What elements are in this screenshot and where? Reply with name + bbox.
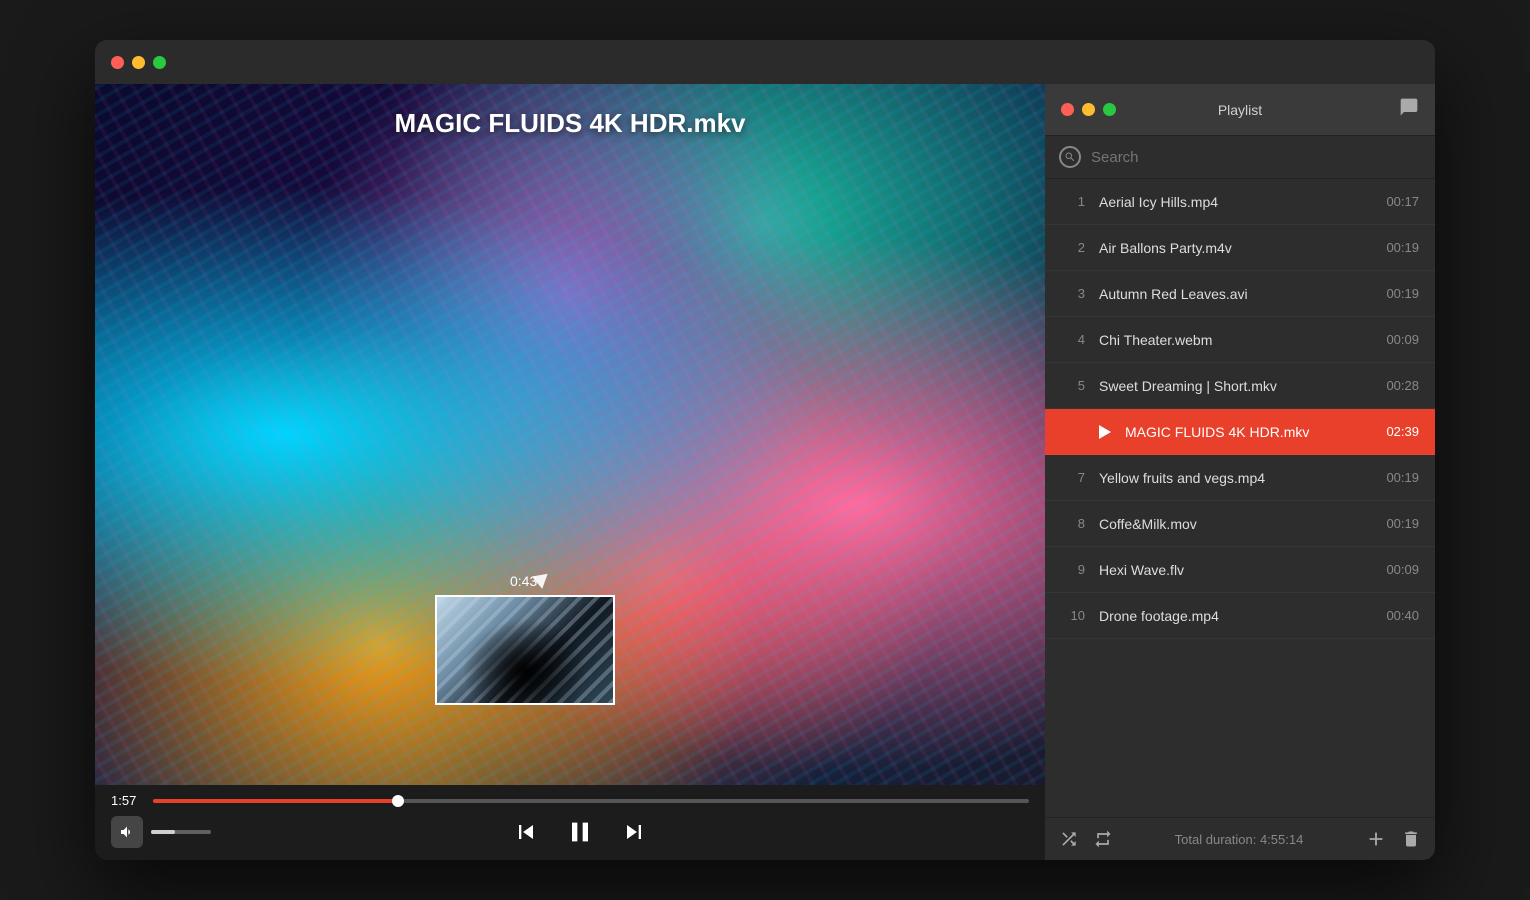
title-bar [95, 40, 1435, 84]
chat-bubble-icon [1399, 97, 1419, 117]
playlist-maximize-button[interactable] [1103, 103, 1116, 116]
item-duration: 00:19 [1386, 516, 1419, 531]
item-name: MAGIC FLUIDS 4K HDR.mkv [1125, 424, 1378, 440]
item-duration: 00:28 [1386, 378, 1419, 393]
minimize-button[interactable] [132, 56, 145, 69]
search-input[interactable] [1091, 149, 1421, 166]
item-name: Air Ballons Party.m4v [1099, 240, 1378, 256]
playlist-item-5[interactable]: 5 Sweet Dreaming | Short.mkv 00:28 [1045, 363, 1435, 409]
playlist-item-2[interactable]: 2 Air Ballons Party.m4v 00:19 [1045, 225, 1435, 271]
video-title: MAGIC FLUIDS 4K HDR.mkv [95, 108, 1045, 139]
shuffle-icon [1059, 829, 1079, 849]
item-name: Yellow fruits and vegs.mp4 [1099, 470, 1378, 486]
repeat-button[interactable] [1093, 829, 1113, 849]
item-duration: 00:19 [1386, 286, 1419, 301]
progress-row: 1:57 [111, 793, 1029, 808]
volume-slider[interactable] [151, 830, 211, 834]
total-duration: Total duration: 4:55:14 [1127, 832, 1351, 847]
repeat-icon [1093, 829, 1113, 849]
item-duration: 00:09 [1386, 562, 1419, 577]
item-duration: 00:09 [1386, 332, 1419, 347]
magnifier-icon [1064, 151, 1076, 163]
playlist-item-10[interactable]: 10 Drone footage.mp4 00:40 [1045, 593, 1435, 639]
item-name: Coffe&Milk.mov [1099, 516, 1378, 532]
thumbnail-preview [435, 595, 615, 705]
app-window: MAGIC FLUIDS 4K HDR.mkv 0:43 1:57 [95, 40, 1435, 860]
previous-button[interactable] [512, 818, 540, 846]
item-name: Chi Theater.webm [1099, 332, 1378, 348]
controls-bottom [111, 816, 1029, 848]
item-number: 2 [1061, 240, 1085, 255]
trash-icon [1401, 829, 1421, 849]
previous-icon [512, 818, 540, 846]
item-number: 7 [1061, 470, 1085, 485]
pause-icon [564, 816, 596, 848]
playlist-item-9[interactable]: 9 Hexi Wave.flv 00:09 [1045, 547, 1435, 593]
item-name: Hexi Wave.flv [1099, 562, 1378, 578]
maximize-button[interactable] [153, 56, 166, 69]
item-number: 5 [1061, 378, 1085, 393]
item-name: Autumn Red Leaves.avi [1099, 286, 1378, 302]
time-tooltip: 0:43 [510, 573, 537, 589]
item-duration: 00:40 [1386, 608, 1419, 623]
playlist-item-4[interactable]: 4 Chi Theater.webm 00:09 [1045, 317, 1435, 363]
item-name: Drone footage.mp4 [1099, 608, 1378, 624]
playlist-items: 1 Aerial Icy Hills.mp4 00:17 2 Air Ballo… [1045, 179, 1435, 817]
current-time: 1:57 [111, 793, 143, 808]
shuffle-button[interactable] [1059, 829, 1079, 849]
item-number: 3 [1061, 286, 1085, 301]
close-button[interactable] [111, 56, 124, 69]
playback-controls [512, 816, 648, 848]
volume-filled [151, 830, 175, 834]
item-number: 4 [1061, 332, 1085, 347]
item-duration: 00:19 [1386, 470, 1419, 485]
playlist-header: Playlist [1045, 84, 1435, 136]
add-icon [1365, 828, 1387, 850]
item-duration: 00:19 [1386, 240, 1419, 255]
item-number: 8 [1061, 516, 1085, 531]
chat-icon[interactable] [1399, 97, 1419, 122]
playlist-item-3[interactable]: 3 Autumn Red Leaves.avi 00:19 [1045, 271, 1435, 317]
progress-filled [153, 799, 398, 803]
playlist-traffic-lights [1061, 103, 1116, 116]
item-name: Sweet Dreaming | Short.mkv [1099, 378, 1378, 394]
volume-icon [119, 824, 135, 840]
playlist-title: Playlist [1218, 102, 1262, 118]
video-canvas: 0:43 [95, 84, 1045, 785]
add-button[interactable] [1365, 828, 1387, 850]
playlist-panel: Playlist 1 Ae [1045, 84, 1435, 860]
volume-section [111, 816, 211, 848]
item-duration: 02:39 [1386, 424, 1419, 439]
playlist-item-8[interactable]: 8 Coffe&Milk.mov 00:19 [1045, 501, 1435, 547]
playing-icon [1099, 425, 1111, 439]
delete-button[interactable] [1401, 829, 1421, 849]
search-bar [1045, 136, 1435, 179]
main-content: MAGIC FLUIDS 4K HDR.mkv 0:43 1:57 [95, 84, 1435, 860]
volume-button[interactable] [111, 816, 143, 848]
next-button[interactable] [620, 818, 648, 846]
playlist-item-1[interactable]: 1 Aerial Icy Hills.mp4 00:17 [1045, 179, 1435, 225]
progress-bar[interactable] [153, 799, 1029, 803]
playlist-footer: Total duration: 4:55:14 [1045, 817, 1435, 860]
playlist-item-6[interactable]: MAGIC FLUIDS 4K HDR.mkv 02:39 [1045, 409, 1435, 455]
search-icon [1059, 146, 1081, 168]
controls-bar: 1:57 [95, 785, 1045, 860]
item-number: 1 [1061, 194, 1085, 209]
item-duration: 00:17 [1386, 194, 1419, 209]
playlist-item-7[interactable]: 7 Yellow fruits and vegs.mp4 00:19 [1045, 455, 1435, 501]
playlist-close-button[interactable] [1061, 103, 1074, 116]
item-number: 10 [1061, 608, 1085, 623]
next-icon [620, 818, 648, 846]
item-number: 9 [1061, 562, 1085, 577]
item-name: Aerial Icy Hills.mp4 [1099, 194, 1378, 210]
progress-thumb [392, 795, 404, 807]
video-area: MAGIC FLUIDS 4K HDR.mkv 0:43 1:57 [95, 84, 1045, 860]
traffic-lights [111, 56, 166, 69]
playlist-minimize-button[interactable] [1082, 103, 1095, 116]
pause-button[interactable] [564, 816, 596, 848]
